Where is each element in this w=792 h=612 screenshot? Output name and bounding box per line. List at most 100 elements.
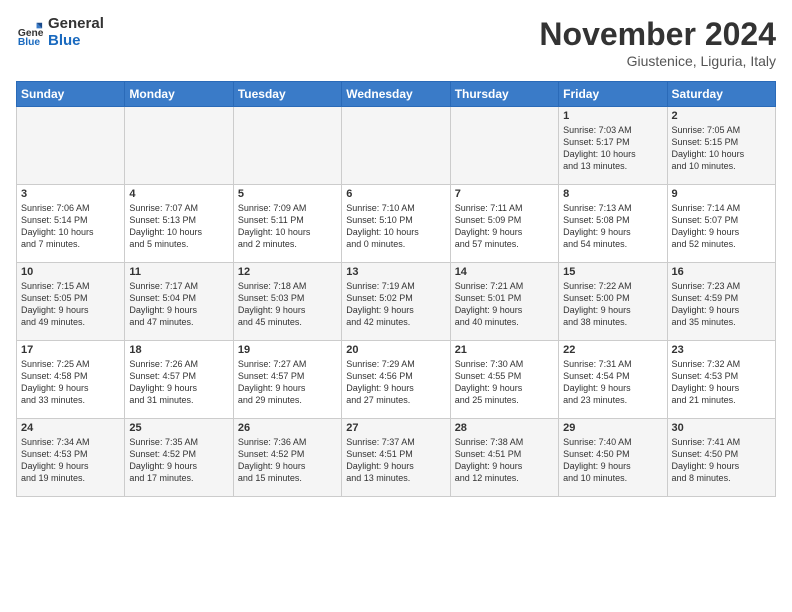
day-info: Sunrise: 7:31 AM Sunset: 4:54 PM Dayligh… <box>563 358 662 407</box>
day-cell: 12Sunrise: 7:18 AM Sunset: 5:03 PM Dayli… <box>233 263 341 341</box>
day-number: 29 <box>563 422 662 434</box>
day-cell: 9Sunrise: 7:14 AM Sunset: 5:07 PM Daylig… <box>667 185 775 263</box>
day-cell: 24 Sunrise: 7:34 AM Sunset: 4:53 PM Dayli… <box>17 419 125 497</box>
day-number: 3 <box>21 188 120 200</box>
day-number: 4 <box>129 188 228 200</box>
day-info: Sunrise: 7:18 AM Sunset: 5:03 PM Dayligh… <box>238 280 337 329</box>
svg-text:Blue: Blue <box>18 37 41 47</box>
day-number: 27 <box>346 422 445 434</box>
day-info: Sunrise: 7:30 AM Sunset: 4:55 PM Dayligh… <box>455 358 554 407</box>
calendar-table: SundayMondayTuesdayWednesdayThursdayFrid… <box>16 81 776 497</box>
day-number: 20 <box>346 344 445 356</box>
day-info: Sunrise: 7:13 AM Sunset: 5:08 PM Dayligh… <box>563 202 662 251</box>
day-cell: 22 Sunrise: 7:31 AM Sunset: 4:54 PM Dayli… <box>559 341 667 419</box>
day-cell <box>125 107 233 185</box>
logo-blue-label: Blue <box>48 33 104 50</box>
day-info: Sunrise: 7:37 AM Sunset: 4:51 PM Dayligh… <box>346 436 445 485</box>
day-cell: 30 Sunrise: 7:41 AM Sunset: 4:50 PM Dayli… <box>667 419 775 497</box>
week-row-4: 17 Sunrise: 7:25 AM Sunset: 4:58 PM Dayli… <box>17 341 776 419</box>
day-cell: 10 Sunrise: 7:15 AM Sunset: 5:05 PM Dayli… <box>17 263 125 341</box>
day-cell: 1 Sunrise: 7:03 AM Sunset: 5:17 PM Daylig… <box>559 107 667 185</box>
logo-icon: General Blue <box>16 19 44 47</box>
day-number: 18 <box>129 344 228 356</box>
day-cell: 18 Sunrise: 7:26 AM Sunset: 4:57 PM Dayli… <box>125 341 233 419</box>
day-info: Sunrise: 7:09 AM Sunset: 5:11 PM Dayligh… <box>238 202 337 251</box>
day-number: 24 <box>21 422 120 434</box>
day-cell <box>342 107 450 185</box>
col-header-saturday: Saturday <box>667 82 775 107</box>
week-row-5: 24 Sunrise: 7:34 AM Sunset: 4:53 PM Dayli… <box>17 419 776 497</box>
day-info: Sunrise: 7:36 AM Sunset: 4:52 PM Dayligh… <box>238 436 337 485</box>
location-label: Giustenice, Liguria, Italy <box>539 53 776 69</box>
day-cell: 20 Sunrise: 7:29 AM Sunset: 4:56 PM Dayli… <box>342 341 450 419</box>
day-info: Sunrise: 7:40 AM Sunset: 4:50 PM Dayligh… <box>563 436 662 485</box>
day-info: Sunrise: 7:03 AM Sunset: 5:17 PM Dayligh… <box>563 124 662 173</box>
day-info: Sunrise: 7:23 AM Sunset: 4:59 PM Dayligh… <box>672 280 771 329</box>
col-header-wednesday: Wednesday <box>342 82 450 107</box>
day-cell: 29 Sunrise: 7:40 AM Sunset: 4:50 PM Dayli… <box>559 419 667 497</box>
day-cell: 5 Sunrise: 7:09 AM Sunset: 5:11 PM Daylig… <box>233 185 341 263</box>
day-cell: 21 Sunrise: 7:30 AM Sunset: 4:55 PM Dayli… <box>450 341 558 419</box>
day-info: Sunrise: 7:26 AM Sunset: 4:57 PM Dayligh… <box>129 358 228 407</box>
logo-general-label: General <box>48 16 104 33</box>
day-cell: 8Sunrise: 7:13 AM Sunset: 5:08 PM Daylig… <box>559 185 667 263</box>
logo-text: General Blue <box>48 16 104 49</box>
day-number: 22 <box>563 344 662 356</box>
day-cell: 2 Sunrise: 7:05 AM Sunset: 5:15 PM Daylig… <box>667 107 775 185</box>
day-cell: 14Sunrise: 7:21 AM Sunset: 5:01 PM Dayli… <box>450 263 558 341</box>
day-number: 1 <box>563 110 662 122</box>
day-cell: 6 Sunrise: 7:10 AM Sunset: 5:10 PM Daylig… <box>342 185 450 263</box>
day-number: 17 <box>21 344 120 356</box>
day-info: Sunrise: 7:32 AM Sunset: 4:53 PM Dayligh… <box>672 358 771 407</box>
day-number: 11 <box>129 266 228 278</box>
day-info: Sunrise: 7:17 AM Sunset: 5:04 PM Dayligh… <box>129 280 228 329</box>
day-info: Sunrise: 7:38 AM Sunset: 4:51 PM Dayligh… <box>455 436 554 485</box>
col-header-tuesday: Tuesday <box>233 82 341 107</box>
logo: General Blue General Blue <box>16 16 104 49</box>
week-row-3: 10 Sunrise: 7:15 AM Sunset: 5:05 PM Dayli… <box>17 263 776 341</box>
day-cell <box>450 107 558 185</box>
day-info: Sunrise: 7:25 AM Sunset: 4:58 PM Dayligh… <box>21 358 120 407</box>
day-number: 19 <box>238 344 337 356</box>
day-number: 16 <box>672 266 771 278</box>
day-number: 5 <box>238 188 337 200</box>
day-info: Sunrise: 7:05 AM Sunset: 5:15 PM Dayligh… <box>672 124 771 173</box>
day-number: 6 <box>346 188 445 200</box>
day-number: 21 <box>455 344 554 356</box>
day-info: Sunrise: 7:22 AM Sunset: 5:00 PM Dayligh… <box>563 280 662 329</box>
day-cell: 3Sunrise: 7:06 AM Sunset: 5:14 PM Daylig… <box>17 185 125 263</box>
page-header: General Blue General Blue November 2024 … <box>16 16 776 69</box>
day-number: 7 <box>455 188 554 200</box>
day-number: 9 <box>672 188 771 200</box>
day-cell: 15 Sunrise: 7:22 AM Sunset: 5:00 PM Dayli… <box>559 263 667 341</box>
day-cell: 4Sunrise: 7:07 AM Sunset: 5:13 PM Daylig… <box>125 185 233 263</box>
day-cell: 26 Sunrise: 7:36 AM Sunset: 4:52 PM Dayli… <box>233 419 341 497</box>
day-info: Sunrise: 7:10 AM Sunset: 5:10 PM Dayligh… <box>346 202 445 251</box>
month-title: November 2024 <box>539 16 776 53</box>
day-number: 30 <box>672 422 771 434</box>
day-cell: 28Sunrise: 7:38 AM Sunset: 4:51 PM Dayli… <box>450 419 558 497</box>
day-cell <box>17 107 125 185</box>
day-info: Sunrise: 7:11 AM Sunset: 5:09 PM Dayligh… <box>455 202 554 251</box>
col-header-friday: Friday <box>559 82 667 107</box>
day-info: Sunrise: 7:27 AM Sunset: 4:57 PM Dayligh… <box>238 358 337 407</box>
day-cell: 25 Sunrise: 7:35 AM Sunset: 4:52 PM Dayli… <box>125 419 233 497</box>
col-header-monday: Monday <box>125 82 233 107</box>
day-info: Sunrise: 7:34 AM Sunset: 4:53 PM Dayligh… <box>21 436 120 485</box>
day-info: Sunrise: 7:19 AM Sunset: 5:02 PM Dayligh… <box>346 280 445 329</box>
day-number: 2 <box>672 110 771 122</box>
day-cell: 11 Sunrise: 7:17 AM Sunset: 5:04 PM Dayli… <box>125 263 233 341</box>
col-header-thursday: Thursday <box>450 82 558 107</box>
day-info: Sunrise: 7:41 AM Sunset: 4:50 PM Dayligh… <box>672 436 771 485</box>
day-number: 10 <box>21 266 120 278</box>
day-info: Sunrise: 7:21 AM Sunset: 5:01 PM Dayligh… <box>455 280 554 329</box>
day-number: 26 <box>238 422 337 434</box>
header-row: SundayMondayTuesdayWednesdayThursdayFrid… <box>17 82 776 107</box>
day-number: 25 <box>129 422 228 434</box>
day-cell: 16 Sunrise: 7:23 AM Sunset: 4:59 PM Dayli… <box>667 263 775 341</box>
day-info: Sunrise: 7:29 AM Sunset: 4:56 PM Dayligh… <box>346 358 445 407</box>
day-cell <box>233 107 341 185</box>
day-info: Sunrise: 7:35 AM Sunset: 4:52 PM Dayligh… <box>129 436 228 485</box>
day-number: 15 <box>563 266 662 278</box>
day-info: Sunrise: 7:15 AM Sunset: 5:05 PM Dayligh… <box>21 280 120 329</box>
